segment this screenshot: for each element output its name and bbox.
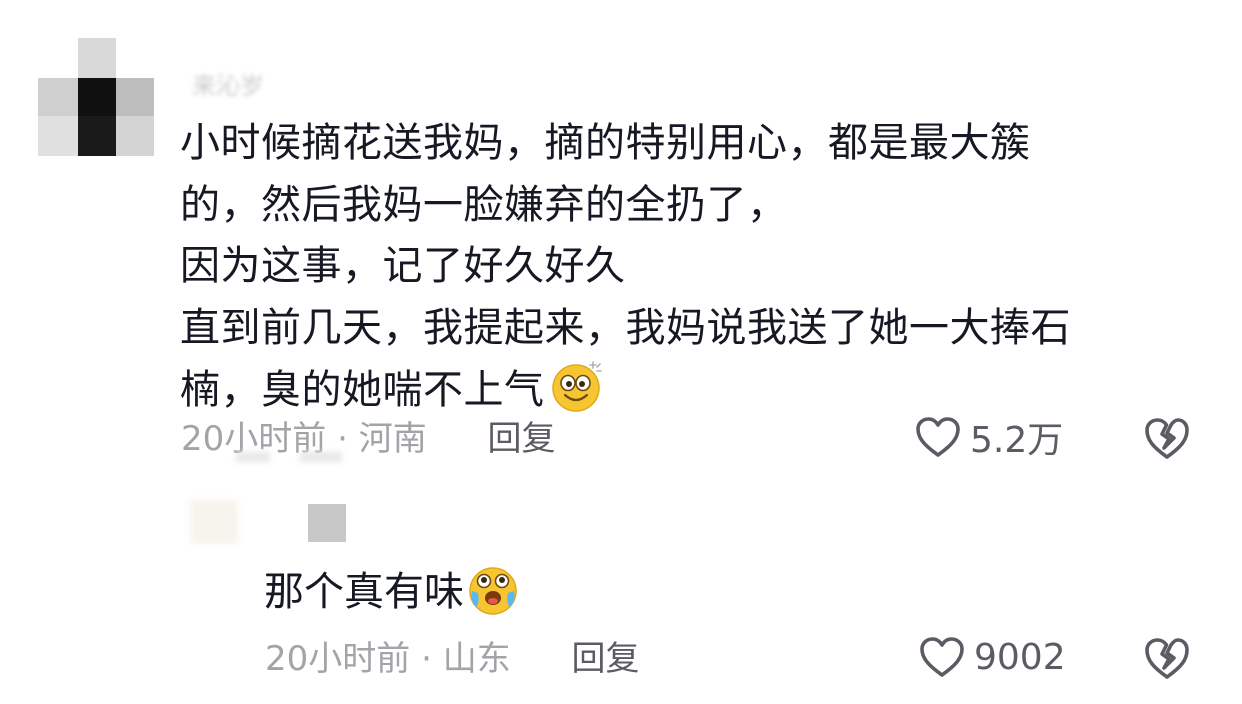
- like-button[interactable]: 5.2万: [914, 415, 1063, 461]
- comment-line: 小时候摘花送我妈，摘的特别用心，都是最大簇: [180, 120, 1031, 166]
- comment-line: 直到前几天，我提起来，我妈说我送了她一大捧石: [180, 304, 1071, 351]
- reply-button[interactable]: 回复: [488, 419, 556, 459]
- comment-username[interactable]: 来沁岁: [192, 66, 264, 100]
- dizzy-smile-emoji: [551, 361, 602, 412]
- reply-location: 山东: [442, 639, 511, 679]
- avatar[interactable]: [38, 38, 154, 156]
- blur-mask: [236, 452, 270, 462]
- like-count: 5.2万: [970, 420, 1064, 461]
- heart-outline-icon: [916, 417, 960, 457]
- comment-location: 河南: [358, 419, 427, 459]
- like-count: 9002: [974, 636, 1066, 678]
- reply-username[interactable]: [308, 504, 346, 542]
- reply-text: 那个真有味: [264, 563, 520, 621]
- heart-outline-icon: [920, 637, 964, 677]
- reply-time: 20小时前: [265, 639, 411, 679]
- reply-meta: 20小时前 · 山东 回复: [265, 637, 640, 681]
- like-button[interactable]: 9002: [918, 635, 1066, 679]
- blur-mask: [300, 452, 342, 462]
- meta-separator: ·: [421, 639, 432, 679]
- reply-avatar[interactable]: [190, 500, 238, 544]
- comment-line-text: 楠，臭的她喘不上气: [180, 367, 545, 413]
- reply-button[interactable]: 回复: [572, 639, 640, 679]
- comment-line: 因为这事，记了好久好久: [180, 243, 626, 289]
- broken-heart-icon[interactable]: [1143, 634, 1191, 682]
- reply-text-content: 那个真有味: [264, 569, 464, 615]
- comment-line: 的，然后我妈一脸嫌弃的全扔了，: [180, 181, 788, 228]
- broken-heart-icon[interactable]: [1143, 414, 1191, 462]
- laugh-cry-emoji: [469, 567, 517, 615]
- comment-text: 小时候摘花送我妈，摘的特别用心，都是最大簇 的，然后我妈一脸嫌弃的全扔了， 因为…: [180, 113, 1190, 422]
